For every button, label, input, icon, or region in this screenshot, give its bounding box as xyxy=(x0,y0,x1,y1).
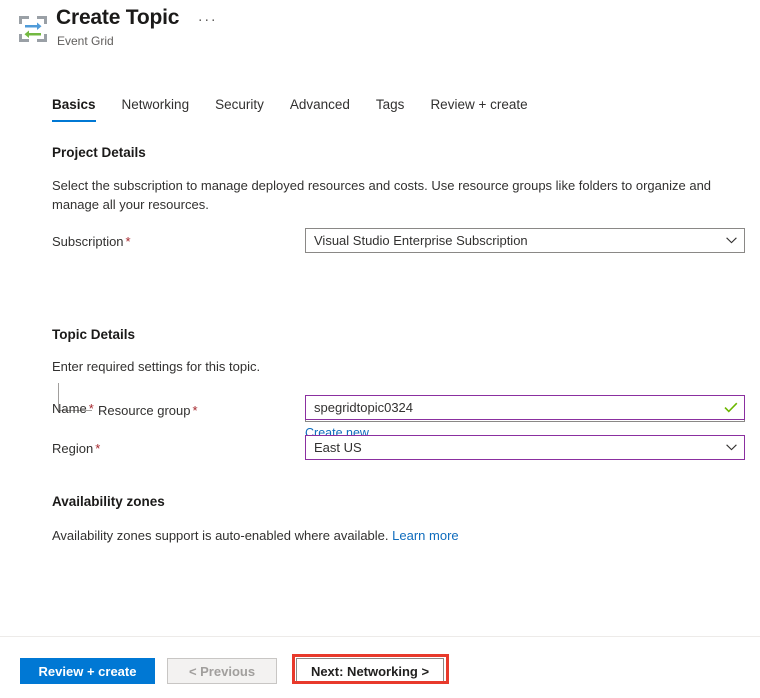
subscription-value: Visual Studio Enterprise Subscription xyxy=(314,229,718,252)
create-topic-blade: Create Topic ··· Event Grid Basics Netwo… xyxy=(0,0,760,698)
availability-zones-description-text: Availability zones support is auto-enabl… xyxy=(52,528,389,543)
subscription-label: Subscription* xyxy=(52,233,131,251)
chevron-down-icon xyxy=(718,229,744,252)
subscription-required-marker: * xyxy=(126,234,131,249)
name-input[interactable]: spegridtopic0324 xyxy=(305,395,745,420)
subscription-dropdown[interactable]: Visual Studio Enterprise Subscription xyxy=(305,228,745,253)
resource-group-label-text: Resource group xyxy=(98,403,191,418)
more-options-icon[interactable]: ··· xyxy=(198,13,218,27)
next-networking-button[interactable]: Next: Networking > xyxy=(296,658,444,684)
region-required-marker: * xyxy=(95,441,100,456)
learn-more-link[interactable]: Learn more xyxy=(392,528,458,543)
review-create-button[interactable]: Review + create xyxy=(20,658,155,684)
tab-security[interactable]: Security xyxy=(202,96,277,122)
subscription-label-text: Subscription xyxy=(52,234,124,249)
previous-button: < Previous xyxy=(167,658,277,684)
title-block: Create Topic ··· Event Grid xyxy=(56,4,217,49)
tab-review-create[interactable]: Review + create xyxy=(417,96,540,122)
region-label-text: Region xyxy=(52,441,93,456)
project-details-heading: Project Details xyxy=(52,144,146,162)
tab-bar: Basics Networking Security Advanced Tags… xyxy=(52,96,541,122)
tab-networking[interactable]: Networking xyxy=(109,96,203,122)
footer-action-bar: Review + create < Previous Next: Network… xyxy=(0,637,760,698)
page-subtitle: Event Grid xyxy=(57,33,217,49)
topic-details-heading: Topic Details xyxy=(52,326,135,344)
topic-details-description: Enter required settings for this topic. xyxy=(52,357,712,376)
chevron-down-icon xyxy=(718,436,744,459)
tab-advanced[interactable]: Advanced xyxy=(277,96,363,122)
availability-zones-description: Availability zones support is auto-enabl… xyxy=(52,526,732,545)
tab-basics[interactable]: Basics xyxy=(52,96,109,122)
name-label: Name* xyxy=(52,400,94,418)
region-dropdown[interactable]: East US xyxy=(305,435,745,460)
region-label: Region* xyxy=(52,440,100,458)
name-input-value: spegridtopic0324 xyxy=(314,396,718,419)
tab-tags[interactable]: Tags xyxy=(363,96,418,122)
region-value: East US xyxy=(314,436,718,459)
resource-group-required-marker: * xyxy=(193,403,198,418)
name-required-marker: * xyxy=(89,401,94,416)
resource-group-label: Resource group* xyxy=(98,402,198,420)
blade-header: Create Topic ··· Event Grid xyxy=(0,0,760,62)
project-details-description: Select the subscription to manage deploy… xyxy=(52,176,712,214)
page-title: Create Topic xyxy=(56,4,179,32)
availability-zones-heading: Availability zones xyxy=(52,493,165,511)
name-label-text: Name xyxy=(52,401,87,416)
event-grid-icon xyxy=(16,12,50,46)
checkmark-valid-icon xyxy=(718,396,744,419)
